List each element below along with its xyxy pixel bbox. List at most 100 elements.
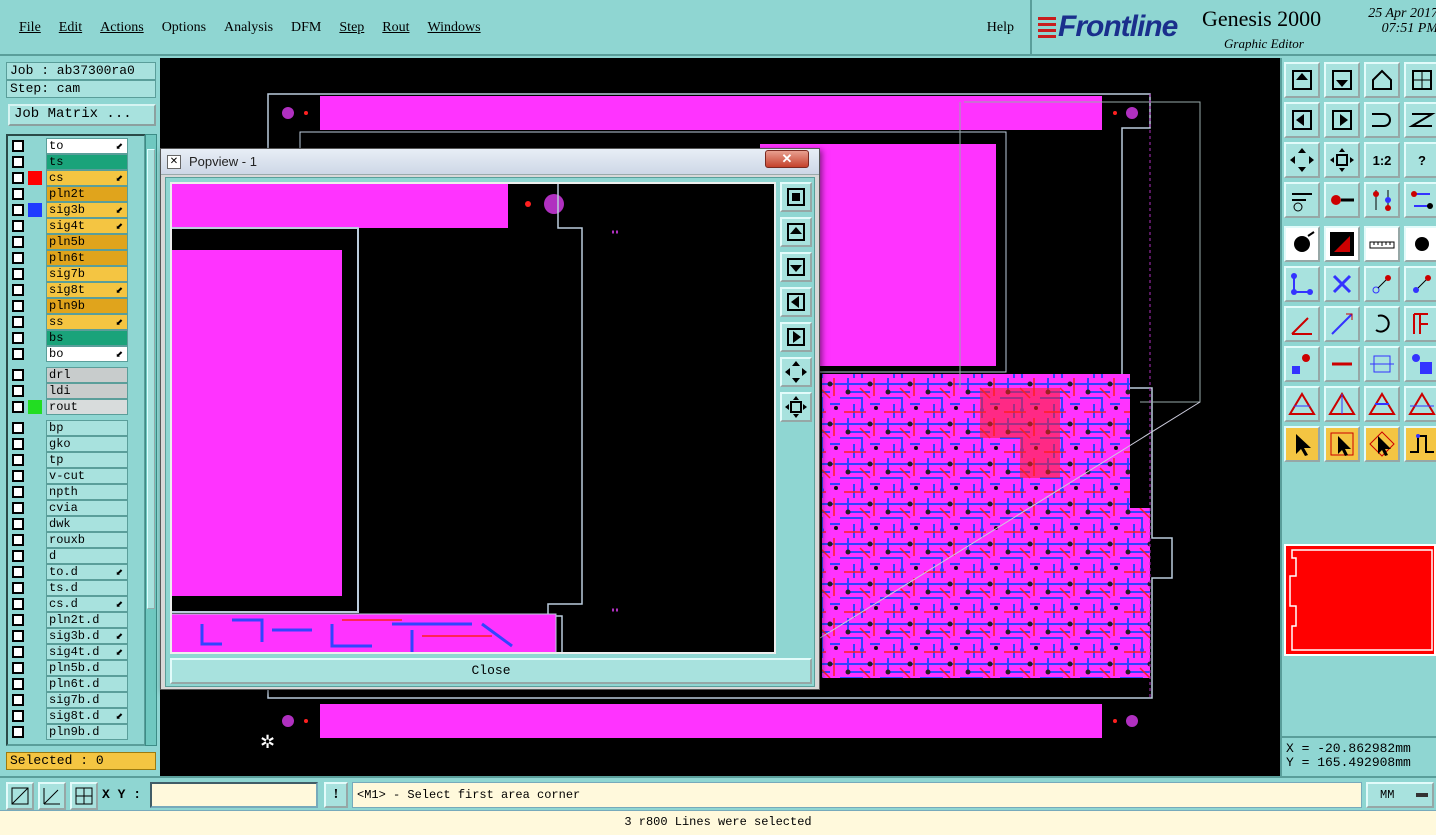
menu-windows[interactable]: Windows [419, 20, 490, 36]
layer-checkbox[interactable] [12, 156, 24, 168]
layer-name[interactable]: sig3b ⬋ [46, 202, 128, 218]
layer-name[interactable]: gko [46, 436, 128, 452]
layer-checkbox[interactable] [12, 284, 24, 296]
window-close-button[interactable]: ✕ [765, 150, 809, 168]
layer-name[interactable]: drl [46, 367, 128, 383]
layer-checkbox[interactable] [12, 550, 24, 562]
layer-checkbox[interactable] [12, 710, 24, 722]
layer-checkbox[interactable] [12, 316, 24, 328]
popview-titlebar[interactable]: ✕ Popview - 1 ✕ [161, 149, 819, 175]
layer-name[interactable]: bo ⬋ [46, 346, 128, 362]
menu-edit[interactable]: Edit [50, 20, 91, 36]
layer-row[interactable]: pln5b.d [8, 660, 144, 676]
layer-name[interactable]: pln2t.d [46, 612, 128, 628]
tool-home-button[interactable] [1364, 62, 1400, 98]
tool-line-a-button[interactable] [1364, 266, 1400, 302]
layer-name[interactable]: sig4t.d ⬋ [46, 644, 128, 660]
tool-net-b-button[interactable] [1404, 182, 1436, 218]
layer-name[interactable]: tp [46, 452, 128, 468]
layer-row[interactable]: tp [8, 452, 144, 468]
xy-input[interactable] [150, 782, 318, 808]
tool-zoom-out-button[interactable] [1324, 62, 1360, 98]
layer-name[interactable]: rouxb [46, 532, 128, 548]
menu-actions[interactable]: Actions [91, 20, 153, 36]
pv-pan-down-button[interactable] [780, 252, 812, 282]
layer-name[interactable]: ts.d [46, 580, 128, 596]
layer-row[interactable]: cs ⬋ [8, 170, 144, 186]
layer-name[interactable]: to.d ⬋ [46, 564, 128, 580]
layer-name[interactable]: npth [46, 484, 128, 500]
tool-fit-button[interactable] [1284, 142, 1320, 178]
tool-center-button[interactable] [1324, 142, 1360, 178]
layer-checkbox[interactable] [12, 140, 24, 152]
layer-row[interactable]: pln6t.d [8, 676, 144, 692]
pv-center-button[interactable] [780, 392, 812, 422]
tool-cross-button[interactable] [1324, 266, 1360, 302]
layer-checkbox[interactable] [12, 470, 24, 482]
scrollbar-thumb[interactable] [147, 149, 155, 609]
layer-row[interactable]: pln9b.d [8, 724, 144, 740]
tool-pan-left-button[interactable] [1284, 102, 1320, 138]
layer-row[interactable]: pln9b [8, 298, 144, 314]
layer-name[interactable]: pln6t.d [46, 676, 128, 692]
tool-frame-button[interactable] [1404, 306, 1436, 342]
layer-checkbox[interactable] [12, 236, 24, 248]
layer-color-swatch[interactable] [28, 171, 42, 185]
layer-row[interactable]: bp [8, 420, 144, 436]
layer-row[interactable]: sig7b [8, 266, 144, 282]
layer-row[interactable]: pln2t.d [8, 612, 144, 628]
layer-row[interactable]: pln6t [8, 250, 144, 266]
popview-close-button[interactable]: Close [170, 658, 812, 684]
menu-rout[interactable]: Rout [373, 20, 418, 36]
menu-help[interactable]: Help [987, 20, 1014, 36]
layer-row[interactable]: d [8, 548, 144, 564]
layer-row[interactable]: ss ⬋ [8, 314, 144, 330]
layer-checkbox[interactable] [12, 534, 24, 546]
layer-name[interactable]: ss ⬋ [46, 314, 128, 330]
layer-name[interactable]: pln5b [46, 234, 128, 250]
tool-line-b-button[interactable] [1404, 266, 1436, 302]
layer-name[interactable]: d [46, 548, 128, 564]
layer-checkbox[interactable] [12, 401, 24, 413]
tool-sel-d-button[interactable] [1404, 426, 1436, 462]
layer-checkbox[interactable] [12, 486, 24, 498]
layer-checkbox[interactable] [12, 582, 24, 594]
layer-row[interactable]: gko [8, 436, 144, 452]
layer-checkbox[interactable] [12, 566, 24, 578]
tool-arc-button[interactable] [1364, 306, 1400, 342]
layer-checkbox[interactable] [12, 662, 24, 674]
pv-pan-right-button[interactable] [780, 322, 812, 352]
tool-pan-right-button[interactable] [1324, 102, 1360, 138]
layer-row[interactable]: bo ⬋ [8, 346, 144, 362]
tool-tri-d-button[interactable] [1404, 386, 1436, 422]
tool-sel-b-button[interactable] [1324, 426, 1360, 462]
layer-row[interactable]: npth [8, 484, 144, 500]
layer-row[interactable]: cvia [8, 500, 144, 516]
pv-pan-up-button[interactable] [780, 217, 812, 247]
grid-button[interactable] [70, 782, 98, 810]
layer-list-scrollbar[interactable] [145, 134, 157, 746]
layer-row[interactable]: sig3b ⬋ [8, 202, 144, 218]
layer-checkbox[interactable] [12, 726, 24, 738]
layer-row[interactable]: rouxb [8, 532, 144, 548]
layer-row[interactable]: rout [8, 399, 144, 415]
tool-tools-button[interactable] [1284, 182, 1320, 218]
layer-name[interactable]: sig3b.d ⬋ [46, 628, 128, 644]
pv-pan-left-button[interactable] [780, 287, 812, 317]
layer-row[interactable]: sig4t ⬋ [8, 218, 144, 234]
tool-feature-button[interactable] [1284, 346, 1320, 382]
layer-checkbox[interactable] [12, 188, 24, 200]
tool-circle-black-button[interactable] [1404, 226, 1436, 262]
menu-analysis[interactable]: Analysis [215, 20, 282, 36]
layer-color-swatch[interactable] [28, 400, 42, 414]
layer-name[interactable]: rout [46, 399, 128, 415]
layer-checkbox[interactable] [12, 252, 24, 264]
units-select[interactable]: MM [1366, 782, 1434, 808]
layer-checkbox[interactable] [12, 369, 24, 381]
layer-row[interactable]: ts [8, 154, 144, 170]
layer-row[interactable]: sig7b.d [8, 692, 144, 708]
tool-tri-c-button[interactable] [1364, 386, 1400, 422]
tool-fill-red-button[interactable] [1324, 226, 1360, 262]
layer-name[interactable]: cs ⬋ [46, 170, 128, 186]
layer-row[interactable]: bs [8, 330, 144, 346]
